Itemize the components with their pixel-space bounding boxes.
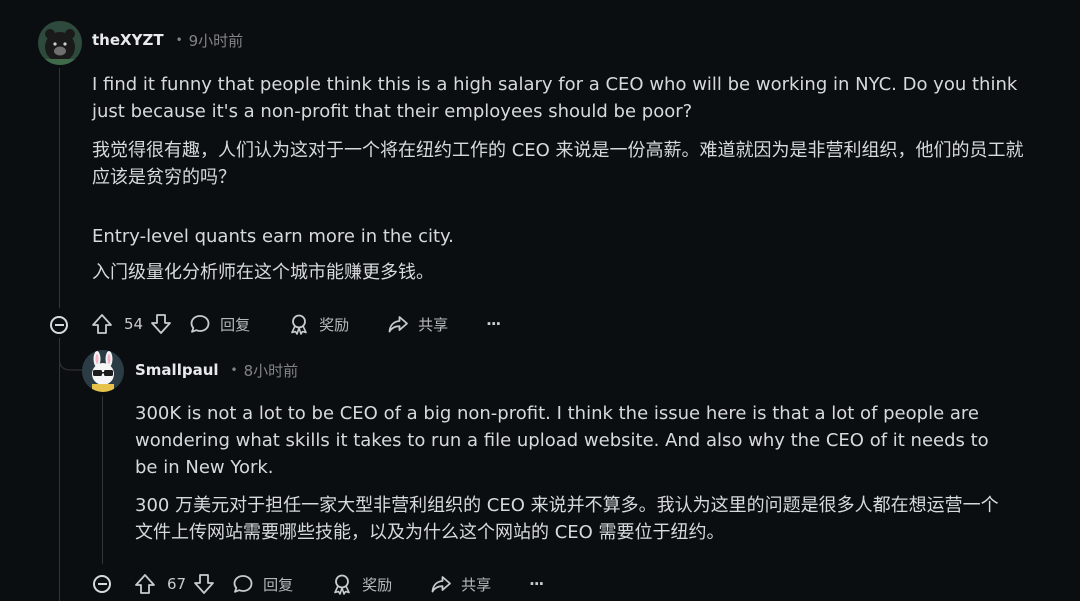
upvote-icon bbox=[135, 574, 155, 594]
comment-meta: theXYZT • 9小时前 bbox=[92, 29, 243, 51]
downvote-icon bbox=[151, 314, 171, 334]
meta-separator: • bbox=[175, 33, 183, 47]
timestamp[interactable]: 9小时前 bbox=[189, 30, 244, 51]
thread-line-main bbox=[59, 68, 60, 308]
reply-icon bbox=[190, 315, 210, 333]
vote-count: 54 bbox=[124, 315, 144, 333]
comment-text: Entry-level quants earn more in the city… bbox=[92, 226, 454, 247]
share-icon bbox=[431, 576, 452, 593]
award-button[interactable]: 奖励 bbox=[288, 313, 349, 335]
collapse-icon[interactable] bbox=[50, 316, 68, 334]
meta-separator: • bbox=[230, 363, 238, 377]
share-label: 共享 bbox=[461, 575, 492, 594]
reply-button[interactable]: 回复 bbox=[189, 313, 250, 335]
comment-text: 300K is not a lot to be CEO of a big non… bbox=[135, 403, 989, 478]
downvote-icon bbox=[194, 574, 214, 594]
timestamp[interactable]: 8小时前 bbox=[244, 360, 299, 381]
comment-actions: 67 回复 奖励 共享 ··· bbox=[134, 569, 544, 599]
share-button[interactable]: 共享 bbox=[387, 313, 448, 335]
reply-label: 回复 bbox=[220, 315, 251, 334]
share-label: 共享 bbox=[418, 315, 449, 334]
award-label: 奖励 bbox=[319, 315, 350, 334]
reply-label: 回复 bbox=[263, 575, 294, 594]
username[interactable]: theXYZT bbox=[92, 31, 164, 49]
comment-meta: Smallpaul • 8小时前 bbox=[135, 359, 298, 381]
award-button[interactable]: 奖励 bbox=[331, 573, 392, 595]
comment-text: I find it funny that people think this i… bbox=[92, 74, 1018, 122]
collapse-icon[interactable] bbox=[93, 575, 111, 593]
more-icon[interactable]: ··· bbox=[486, 315, 501, 333]
upvote-icon bbox=[92, 314, 112, 334]
reply-icon bbox=[233, 575, 253, 593]
comment-actions: 54 回复 奖励 共享 ··· bbox=[91, 309, 501, 339]
award-icon bbox=[334, 574, 350, 595]
award-label: 奖励 bbox=[362, 575, 393, 594]
share-icon bbox=[388, 316, 409, 333]
reply-button[interactable]: 回复 bbox=[232, 573, 293, 595]
vote-count: 67 bbox=[167, 575, 187, 593]
comment-text-translation: 300 万美元对于担任一家大型非营利组织的 CEO 来说并不算多。我认为这里的问… bbox=[135, 495, 999, 543]
username[interactable]: Smallpaul bbox=[135, 361, 219, 379]
upvote-button[interactable] bbox=[91, 313, 113, 335]
share-button[interactable]: 共享 bbox=[430, 573, 491, 595]
comment-text-translation: 我觉得很有趣，人们认为这对于一个将在纽约工作的 CEO 来说是一份高薪。难道就因… bbox=[92, 140, 1024, 188]
thread-line-main-lower bbox=[59, 340, 60, 601]
avatar[interactable] bbox=[38, 21, 82, 65]
more-icon[interactable]: ··· bbox=[529, 575, 544, 593]
avatar-bear-icon bbox=[38, 21, 82, 65]
award-icon bbox=[291, 314, 307, 335]
avatar[interactable] bbox=[82, 350, 124, 392]
comment-text-translation: 入门级量化分析师在这个城市能赚更多钱。 bbox=[92, 262, 434, 283]
thread-branch bbox=[59, 338, 83, 371]
thread-line-reply bbox=[102, 396, 103, 564]
upvote-button[interactable] bbox=[134, 573, 156, 595]
downvote-button[interactable] bbox=[150, 313, 172, 335]
avatar-bunny-icon bbox=[82, 350, 124, 392]
downvote-button[interactable] bbox=[193, 573, 215, 595]
